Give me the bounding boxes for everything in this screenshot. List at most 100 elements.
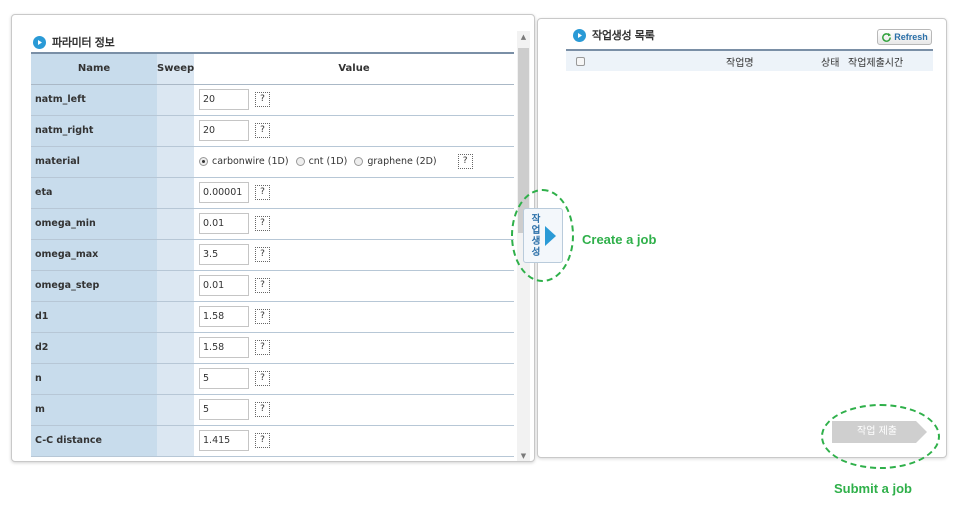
param-value-input[interactable]: 1.58 [199, 306, 249, 327]
help-button[interactable]: ? [255, 185, 270, 200]
param-value-input[interactable]: 5 [199, 399, 249, 420]
parameter-table: Name Sweep Value natm_left 20? natm_righ… [31, 52, 514, 457]
table-row: d2 1.58? [31, 332, 514, 364]
value-cell: 5? [194, 394, 514, 426]
column-header-submit-time: 작업제출시간 [848, 57, 904, 69]
param-value-input[interactable]: 20 [199, 120, 249, 141]
value-cell: 20? [194, 115, 514, 147]
submit-job-button[interactable]: 작업 제출 [832, 421, 928, 443]
help-button[interactable]: ? [255, 309, 270, 324]
sweep-cell [157, 177, 194, 209]
param-value-input[interactable]: 20 [199, 89, 249, 110]
material-option-cnt[interactable]: cnt (1D) [295, 156, 347, 167]
scroll-up-arrow-icon[interactable]: ▲ [517, 31, 530, 44]
sweep-cell [157, 363, 194, 395]
parameter-panel: 파라미터 정보 Name Sweep Value natm_left 20? n… [11, 14, 535, 462]
table-row: d1 1.58? [31, 301, 514, 333]
scrollbar-thumb[interactable] [518, 48, 529, 233]
param-name: eta [31, 177, 157, 209]
sweep-cell [157, 301, 194, 333]
refresh-button[interactable]: Refresh [877, 29, 932, 45]
job-list-title: 작업생성 목록 [592, 29, 655, 42]
param-value-input[interactable]: 3.5 [199, 244, 249, 265]
value-cell: 5? [194, 363, 514, 395]
create-job-annotation: Create a job [582, 232, 657, 247]
radio-checked-icon[interactable] [199, 157, 208, 166]
submit-job-annotation: Submit a job [834, 481, 912, 496]
circle-play-icon [573, 28, 586, 42]
sweep-cell [157, 394, 194, 426]
help-button[interactable]: ? [255, 247, 270, 262]
material-option-carbonwire[interactable]: carbonwire (1D) [199, 156, 289, 167]
param-name: natm_right [31, 115, 157, 147]
select-all-checkbox[interactable] [576, 56, 585, 66]
param-name: omega_step [31, 270, 157, 302]
value-cell: 0.00001? [194, 177, 514, 209]
help-button[interactable]: ? [255, 278, 270, 293]
sweep-cell [157, 239, 194, 271]
table-row: C-C distance 1.415? [31, 425, 514, 457]
value-cell: 0.01? [194, 270, 514, 302]
radio-label: carbonwire (1D) [212, 156, 289, 167]
param-value-input[interactable]: 0.00001 [199, 182, 249, 203]
help-button[interactable]: ? [255, 402, 270, 417]
help-button[interactable]: ? [457, 154, 473, 169]
value-cell: 0.01? [194, 208, 514, 240]
param-name: C-C distance [31, 425, 157, 457]
radio-unchecked-icon[interactable] [354, 157, 364, 166]
sweep-cell [157, 208, 194, 240]
sweep-cell [157, 425, 194, 457]
refresh-icon [882, 32, 892, 42]
sweep-cell [157, 84, 194, 116]
material-option-graphene[interactable]: graphene (2D) [354, 156, 437, 167]
value-cell: 20? [194, 84, 514, 116]
param-value-input[interactable]: 5 [199, 368, 249, 389]
table-row: omega_min 0.01? [31, 208, 514, 240]
param-name: natm_left [31, 84, 157, 116]
param-name: omega_min [31, 208, 157, 240]
table-row: natm_left 20? [31, 84, 514, 116]
param-name: material [31, 146, 157, 178]
help-button[interactable]: ? [255, 216, 270, 231]
param-value-input[interactable]: 0.01 [199, 275, 249, 296]
parameter-panel-header: 파라미터 정보 [33, 34, 115, 50]
column-header-status: 상태 [821, 57, 840, 69]
value-cell: 1.58? [194, 332, 514, 364]
help-button[interactable]: ? [255, 92, 270, 107]
refresh-label: Refresh [894, 32, 928, 42]
help-button[interactable]: ? [255, 433, 270, 448]
create-job-button[interactable]: 작업생성 [523, 208, 563, 263]
scroll-down-arrow-icon[interactable]: ▼ [517, 450, 530, 461]
table-row: omega_step 0.01? [31, 270, 514, 302]
job-list-header: 작업생성 목록 [573, 27, 655, 43]
help-button[interactable]: ? [255, 123, 270, 138]
param-value-input[interactable]: 1.415 [199, 430, 249, 451]
param-name: d2 [31, 332, 157, 364]
table-row: n 5? [31, 363, 514, 395]
sweep-cell [157, 270, 194, 302]
column-header-name: Name [31, 52, 157, 85]
table-row: m 5? [31, 394, 514, 426]
radio-unchecked-icon[interactable] [295, 157, 305, 166]
help-button[interactable]: ? [255, 371, 270, 386]
param-value-input[interactable]: 1.58 [199, 337, 249, 358]
table-row: eta 0.00001? [31, 177, 514, 209]
radio-label: graphene (2D) [367, 156, 437, 167]
param-name: omega_max [31, 239, 157, 271]
value-cell: 1.415? [194, 425, 514, 457]
column-header-sweep: Sweep [157, 52, 194, 85]
job-table-header: 작업명 상태 작업제출시간 [566, 49, 933, 71]
create-job-button-label: 작업생성 [531, 213, 541, 258]
table-row: omega_max 3.5? [31, 239, 514, 271]
table-row: natm_right 20? [31, 115, 514, 147]
value-cell: 3.5? [194, 239, 514, 271]
sweep-cell [157, 146, 194, 178]
parameter-table-container[interactable]: Name Sweep Value natm_left 20? natm_righ… [31, 52, 514, 461]
param-name: d1 [31, 301, 157, 333]
material-radio-group: carbonwire (1D) cnt (1D) graphene (2D) [199, 156, 444, 167]
submit-job-label: 작업 제출 [857, 426, 897, 437]
param-value-input[interactable]: 0.01 [199, 213, 249, 234]
help-button[interactable]: ? [255, 340, 270, 355]
table-row: material carbonwire (1D) cnt (1D) graphe… [31, 146, 514, 178]
parameter-table-header: Name Sweep Value [31, 52, 514, 85]
